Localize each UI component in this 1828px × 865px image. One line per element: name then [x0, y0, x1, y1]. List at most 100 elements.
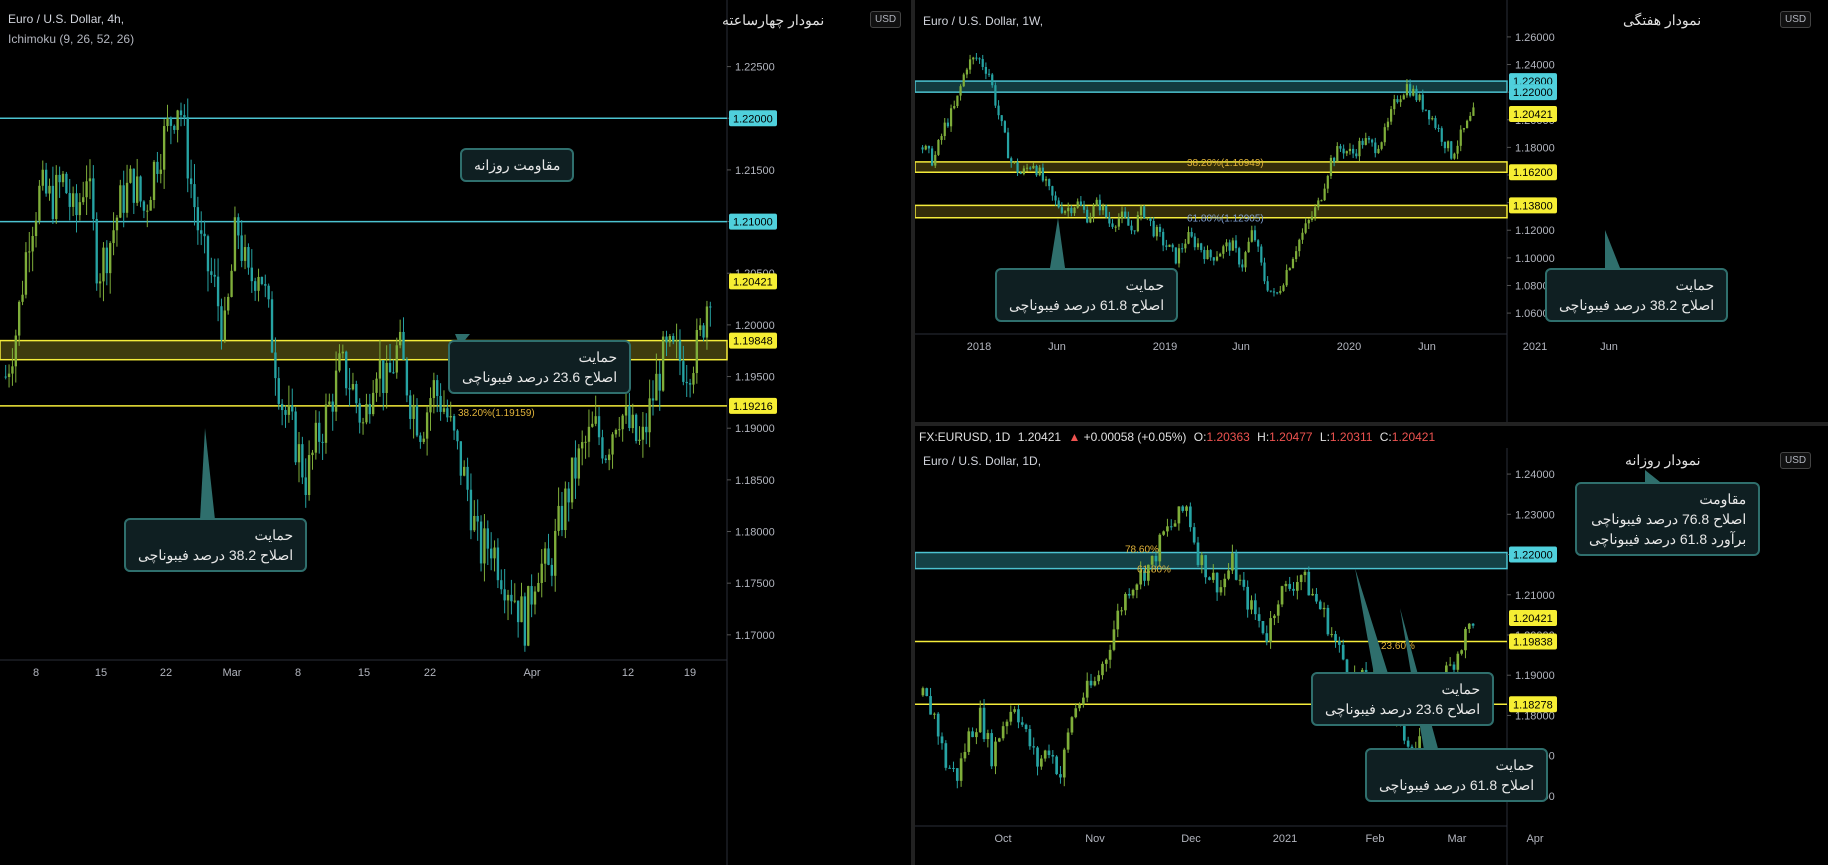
chart-panel-1w[interactable]: 1.260001.240001.220001.200001.180001.160… — [915, 0, 1828, 422]
candle — [1322, 607, 1326, 610]
candle — [1215, 256, 1219, 261]
candle — [227, 296, 230, 311]
candle — [1231, 553, 1234, 571]
candle — [934, 154, 937, 166]
time-tick-label: Apr — [523, 667, 540, 679]
fib-label: 78.60% — [1125, 544, 1159, 555]
candle — [1016, 162, 1019, 173]
candle — [621, 415, 624, 430]
candle — [1345, 151, 1348, 154]
candle — [604, 458, 607, 461]
candle — [1242, 579, 1246, 587]
candle — [402, 331, 405, 360]
price-label: 1.13800 — [1513, 200, 1553, 212]
candle — [997, 105, 1000, 116]
candle — [570, 457, 574, 503]
candle — [112, 230, 115, 244]
candle — [1266, 281, 1269, 291]
candle — [1334, 634, 1337, 642]
candle — [294, 411, 297, 463]
chart-panel-1d[interactable]: 1.240001.230001.220001.210001.200001.190… — [915, 448, 1828, 865]
candle — [233, 217, 237, 271]
time-tick-label: Feb — [1366, 833, 1385, 845]
candle — [1219, 253, 1222, 257]
candle — [409, 395, 412, 419]
candle — [169, 118, 173, 126]
candle — [1187, 232, 1190, 244]
chart-4h-canvas[interactable]: 1.225001.220001.215001.210001.205001.200… — [0, 0, 911, 865]
chart-1w-canvas[interactable]: 1.260001.240001.220001.200001.180001.160… — [915, 0, 1828, 422]
time-tick-label: Apr — [1526, 833, 1543, 845]
candle — [1044, 179, 1048, 181]
candle — [1453, 153, 1456, 159]
candle — [496, 547, 500, 581]
candle — [1093, 681, 1097, 686]
price-tick-label: 1.24000 — [1515, 60, 1555, 72]
candle — [601, 437, 604, 459]
symbol-name[interactable]: FX:EURUSD, 1D — [919, 430, 1010, 444]
callout-pointer — [1605, 230, 1620, 268]
candle — [1358, 140, 1361, 157]
callout-support-618: حمایت اصلاح 61.8 درصد فیبوناچی — [995, 268, 1179, 322]
candle — [946, 122, 950, 127]
price-label: 1.20421 — [1513, 613, 1553, 625]
candle — [473, 515, 476, 531]
candle — [1143, 206, 1146, 219]
candle — [493, 547, 496, 559]
candle — [614, 429, 618, 435]
price-tick-label: 1.19000 — [735, 423, 775, 435]
time-tick-label: 15 — [95, 667, 107, 679]
candle — [203, 233, 206, 237]
currency-button[interactable]: USD — [1780, 452, 1812, 469]
candle — [1174, 247, 1177, 264]
candle — [109, 243, 112, 274]
candle — [944, 743, 948, 768]
candle — [1079, 201, 1082, 206]
candle — [543, 548, 547, 564]
candle — [44, 169, 48, 194]
indicator-label[interactable]: Ichimoku (9, 26, 52, 26) — [8, 32, 134, 46]
candle — [1269, 618, 1272, 642]
currency-button[interactable]: USD — [870, 11, 902, 28]
candle — [1257, 614, 1261, 621]
price-tick-label: 1.26000 — [1515, 32, 1555, 44]
candle — [1067, 207, 1070, 212]
candle — [1303, 571, 1307, 576]
candle — [1162, 531, 1165, 535]
currency-button[interactable]: USD — [1780, 11, 1812, 28]
candle — [651, 398, 655, 401]
candle — [1124, 593, 1127, 611]
candle — [304, 477, 307, 496]
callout-support-236: حمایت اصلاح 23.6 درصد فیبوناچی — [448, 340, 632, 394]
candle — [940, 736, 944, 744]
candle — [243, 247, 247, 261]
candle — [1285, 270, 1288, 286]
candle — [597, 416, 601, 438]
candle — [1009, 711, 1013, 722]
candle — [1028, 729, 1032, 747]
chart-title: نمودار هفتگی — [1623, 12, 1702, 28]
candle — [516, 600, 520, 623]
candle — [984, 66, 988, 74]
candle — [31, 236, 34, 252]
time-tick-label: Oct — [994, 833, 1011, 845]
candle — [58, 174, 61, 183]
candle — [940, 136, 943, 141]
candle — [1010, 158, 1013, 163]
resistance-zone — [915, 551, 1508, 570]
candle — [38, 185, 41, 221]
candle — [981, 59, 984, 67]
chart-panel-4h[interactable]: 1.225001.220001.215001.210001.205001.200… — [0, 0, 911, 865]
candle — [85, 181, 88, 198]
candle — [321, 441, 324, 443]
candle — [206, 236, 210, 272]
candle — [1348, 148, 1352, 152]
candle — [189, 178, 193, 185]
callout-support-382: حمایت اصلاح 38.2 درصد فیبوناچی — [1545, 268, 1729, 322]
time-tick-label: Dec — [1181, 833, 1201, 845]
candle — [297, 444, 301, 463]
fib-label: 38.20%(1.19159) — [458, 408, 535, 419]
candle — [270, 299, 274, 353]
callout-resistance: مقاومت اصلاح 76.8 درصد فیبوناچی برآورد 61.… — [1575, 482, 1761, 556]
candle — [987, 73, 991, 75]
